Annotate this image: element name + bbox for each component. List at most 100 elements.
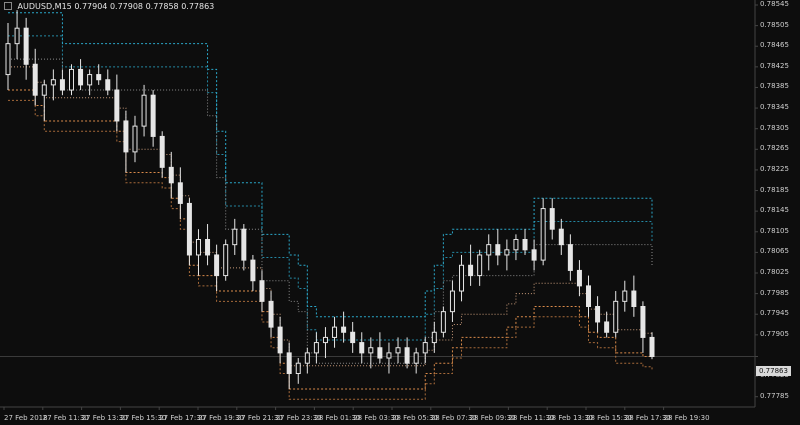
candle[interactable] xyxy=(604,311,610,338)
candle[interactable] xyxy=(123,110,129,173)
candle[interactable] xyxy=(649,332,655,360)
candle[interactable] xyxy=(159,131,165,178)
candle[interactable] xyxy=(622,280,628,312)
price-tick-label: 0.78225 xyxy=(760,164,789,173)
candle[interactable] xyxy=(431,321,437,353)
price-tick-label: 0.77945 xyxy=(760,309,789,318)
candle-body xyxy=(449,290,455,313)
candle[interactable] xyxy=(359,332,365,364)
ohlc-label: 0.77904 0.77908 0.77858 0.77863 xyxy=(74,2,215,11)
candle-body xyxy=(440,311,446,333)
candle[interactable] xyxy=(259,270,265,312)
candle[interactable] xyxy=(586,275,592,317)
candle[interactable] xyxy=(150,90,156,147)
candle[interactable] xyxy=(313,332,319,364)
candle-body xyxy=(576,269,582,287)
candle[interactable] xyxy=(459,254,465,302)
candle[interactable] xyxy=(168,151,174,199)
candle[interactable] xyxy=(41,79,47,121)
candle[interactable] xyxy=(195,229,201,276)
candle[interactable] xyxy=(78,59,84,91)
candle[interactable] xyxy=(613,291,619,338)
candle[interactable] xyxy=(286,342,292,389)
candle[interactable] xyxy=(413,347,419,374)
candle[interactable] xyxy=(386,342,392,374)
candle[interactable] xyxy=(440,306,446,338)
candle[interactable] xyxy=(404,337,410,369)
candle[interactable] xyxy=(186,198,192,266)
candle[interactable] xyxy=(422,337,428,364)
price-chart[interactable] xyxy=(0,0,800,425)
candle[interactable] xyxy=(513,234,519,261)
candle[interactable] xyxy=(68,64,74,96)
candle[interactable] xyxy=(468,244,474,286)
candle-body xyxy=(422,342,428,354)
candle-body xyxy=(168,166,174,184)
candle[interactable] xyxy=(232,218,238,255)
candle-body xyxy=(477,254,483,277)
candle[interactable] xyxy=(368,337,374,369)
price-tick-label: 0.78185 xyxy=(760,185,789,194)
candle[interactable] xyxy=(495,229,501,266)
candle[interactable] xyxy=(350,321,356,353)
candle[interactable] xyxy=(504,239,510,271)
candle-body xyxy=(304,352,310,364)
candle[interactable] xyxy=(268,291,274,338)
candle-body xyxy=(359,342,365,354)
price-tick-label: 0.77985 xyxy=(760,288,789,297)
candle-body xyxy=(341,326,347,333)
candle[interactable] xyxy=(631,275,637,317)
candle[interactable] xyxy=(50,69,56,101)
chart-window[interactable]: AUDUSD,M15 0.77904 0.77908 0.77858 0.778… xyxy=(0,0,800,425)
candle-body xyxy=(250,259,256,282)
candle[interactable] xyxy=(32,48,38,106)
candle[interactable] xyxy=(522,229,528,255)
candle[interactable] xyxy=(87,69,93,96)
candle[interactable] xyxy=(105,69,111,96)
candle[interactable] xyxy=(341,311,347,343)
symbol-label: AUDUSD,M15 xyxy=(17,2,72,11)
candle-body xyxy=(513,239,519,251)
candle[interactable] xyxy=(576,260,582,297)
candle-body xyxy=(332,326,338,338)
candle[interactable] xyxy=(214,244,220,292)
price-tick-label: 0.78345 xyxy=(760,103,789,112)
candle[interactable] xyxy=(241,224,247,271)
candle[interactable] xyxy=(477,249,483,286)
candle-body xyxy=(377,347,383,359)
candle-body xyxy=(395,347,401,354)
candle[interactable] xyxy=(23,17,29,80)
upper-inner-channel-line xyxy=(8,35,653,341)
candle-body xyxy=(78,68,84,86)
candle[interactable] xyxy=(332,316,338,348)
candle[interactable] xyxy=(540,198,546,266)
candle[interactable] xyxy=(250,254,256,292)
middle-upper-line xyxy=(8,58,653,364)
candle[interactable] xyxy=(304,347,310,374)
candle-body xyxy=(504,249,510,256)
candle[interactable] xyxy=(549,198,555,240)
candle[interactable] xyxy=(449,280,455,322)
candle[interactable] xyxy=(531,239,537,271)
candle[interactable] xyxy=(132,115,138,163)
candle[interactable] xyxy=(223,239,229,281)
candle-body xyxy=(386,352,392,359)
candle[interactable] xyxy=(377,332,383,364)
candle[interactable] xyxy=(395,337,401,364)
candle-body xyxy=(286,352,292,374)
candle[interactable] xyxy=(141,84,147,137)
candle[interactable] xyxy=(59,69,65,96)
candle[interactable] xyxy=(114,74,120,132)
candle[interactable] xyxy=(322,327,328,359)
candle[interactable] xyxy=(558,218,564,255)
price-tick-label: 0.77785 xyxy=(760,391,789,400)
candle[interactable] xyxy=(96,64,102,85)
candle[interactable] xyxy=(640,301,646,353)
candle[interactable] xyxy=(486,234,492,271)
candle[interactable] xyxy=(205,224,211,266)
candle[interactable] xyxy=(295,358,301,384)
candle[interactable] xyxy=(5,23,11,91)
candle[interactable] xyxy=(14,10,20,60)
candle[interactable] xyxy=(595,296,601,333)
candle[interactable] xyxy=(567,234,573,281)
